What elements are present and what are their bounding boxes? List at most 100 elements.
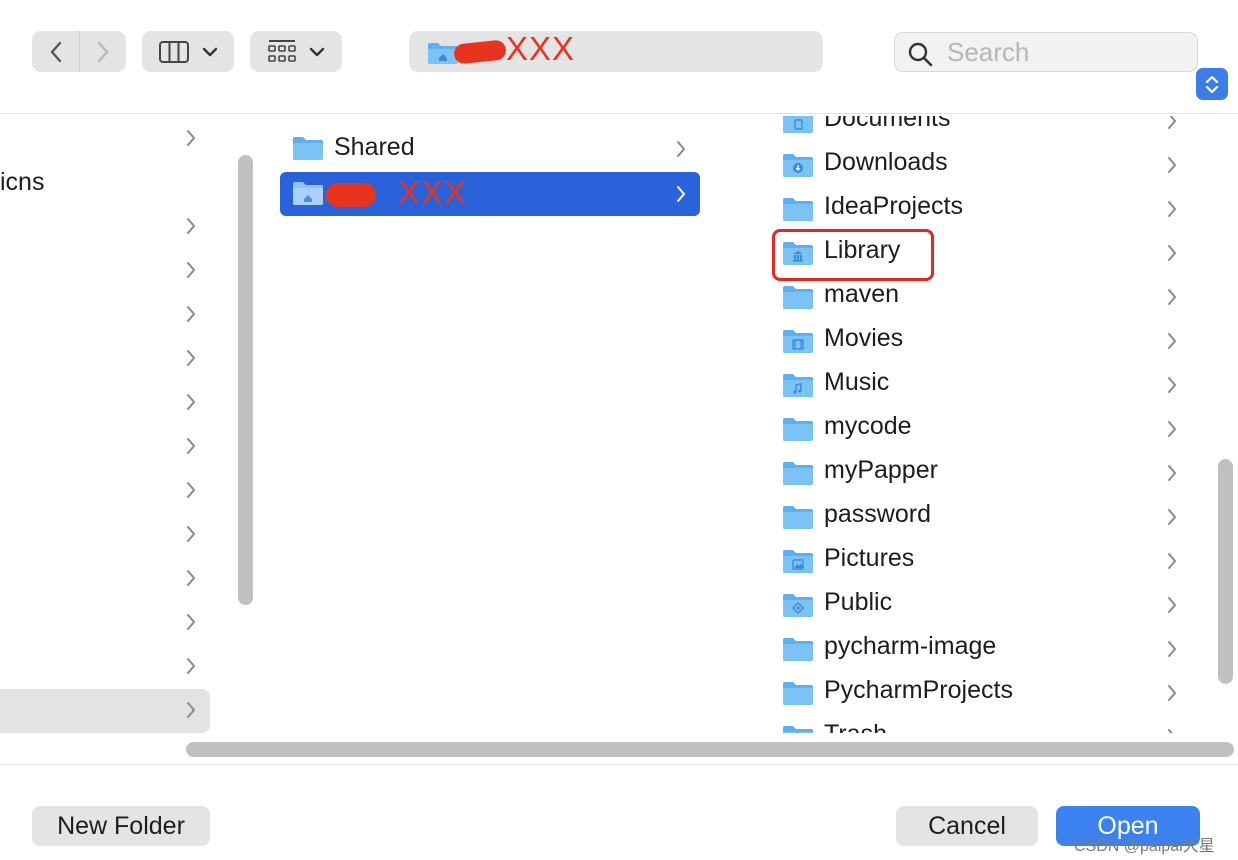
column1-row-selected[interactable] [0,689,210,733]
chevron-right-icon [187,306,195,322]
folder-icon [783,506,813,529]
column1-scrollbar[interactable] [238,155,253,605]
column1-row[interactable] [0,117,210,161]
list-item-pycharmprojects[interactable]: PycharmProjects [770,672,1190,716]
grid-icon [268,39,296,62]
back-button[interactable] [32,31,79,72]
list-item-label: Documents [824,116,951,132]
folder-icon [783,418,813,441]
chevron-right-icon [1168,116,1176,129]
column1-row[interactable] [0,645,210,689]
location-name: XXX [506,30,576,67]
chevron-right-icon [187,482,195,498]
chevron-right-icon [187,130,195,146]
list-item-password[interactable]: password [770,496,1190,540]
forward-button[interactable] [79,31,126,72]
list-item-pictures[interactable]: Pictures [770,540,1190,584]
chevron-right-icon [187,350,195,366]
chevron-right-icon [187,658,195,674]
chevron-right-icon [1168,201,1176,217]
column1-row[interactable] [0,337,210,381]
chevron-right-icon [187,218,195,234]
column1-row[interactable] [0,425,210,469]
chevron-right-icon [677,186,685,202]
column1-row[interactable] [0,249,210,293]
list-item-music[interactable]: Music [770,364,1190,408]
column1-row[interactable] [0,469,210,513]
list-item-label: password [824,500,931,528]
column1-row[interactable] [0,205,210,249]
list-item-label: IdeaProjects [824,192,963,220]
chevron-right-icon [187,526,195,542]
new-folder-button[interactable]: New Folder [32,806,210,846]
pictures-folder-icon [783,550,813,573]
horizontal-scrollbar[interactable] [186,742,1234,757]
list-item-label: Movies [824,324,904,352]
chevron-right-icon [1168,509,1176,525]
chevron-right-icon [97,41,109,62]
nav-buttons [32,31,126,72]
chevron-right-icon [1168,465,1176,481]
list-item-maven[interactable]: maven [770,276,1190,320]
home-folder-icon [293,182,323,205]
search-field[interactable] [894,32,1198,72]
list-item-ideaprojects[interactable]: IdeaProjects [770,188,1190,232]
column1-row[interactable] [0,601,210,645]
column-view-button[interactable] [142,31,234,72]
list-item-label: Downloads [824,148,948,176]
group-view-button[interactable] [250,31,342,72]
column1-row[interactable] [0,557,210,601]
chevron-right-icon [1168,641,1176,657]
folder-icon [783,638,813,661]
downloads-folder-icon [783,154,813,177]
chevron-right-icon [1168,597,1176,613]
folder-icon [783,198,813,221]
column3-scrollbar[interactable] [1218,459,1233,684]
chevron-right-icon [187,438,195,454]
column1-row[interactable] [0,381,210,425]
list-item-movies[interactable]: Movies [770,320,1190,364]
chevron-right-icon [677,141,685,157]
chevron-right-icon [1168,685,1176,701]
list-item-pycharm-image[interactable]: pycharm-image [770,628,1190,672]
list-item-label: pycharm-image [824,632,997,660]
chevron-right-icon [1168,245,1176,261]
list-item-label: Trash [824,720,887,733]
columns-view-icon [159,40,189,63]
chevron-right-icon [1168,157,1176,173]
column1-row[interactable] [0,513,210,557]
chevron-right-icon [187,614,195,630]
list-item-shared[interactable]: Shared [280,127,700,171]
folder-icon [293,137,323,160]
chevron-down-icon [202,47,218,56]
cancel-button[interactable]: Cancel [896,806,1038,846]
list-item-label: XXX [398,174,468,211]
list-item-downloads[interactable]: Downloads [770,144,1190,188]
list-item-public[interactable]: Public [770,584,1190,628]
search-icon [908,42,933,67]
chevron-up-icon [1205,75,1219,83]
list-item-trash[interactable]: Trash [770,716,1190,733]
list-item-label: Public [824,588,893,616]
movies-folder-icon [783,330,813,353]
list-item-mypapper[interactable]: myPapper [770,452,1190,496]
list-item-mycode[interactable]: mycode [770,408,1190,452]
redaction-mark [326,183,376,207]
column1-item-label: icns [0,168,45,196]
chevron-right-icon [1168,553,1176,569]
chevron-right-icon [1168,289,1176,305]
column1-row[interactable] [0,293,210,337]
chevron-right-icon [1168,421,1176,437]
search-input[interactable] [947,33,1187,71]
chevron-right-icon [187,702,195,718]
watermark: CSDN @paipai大星 [1074,838,1215,855]
annotation-highlight [772,229,934,281]
chevron-right-icon [1168,729,1173,733]
list-item-label: PycharmProjects [824,676,1013,704]
list-item-documents[interactable]: Documents [770,116,1190,144]
folder-icon [783,286,813,309]
list-item-label: Music [824,368,890,396]
public-folder-icon [783,594,813,617]
location-stepper[interactable] [1196,68,1228,100]
folder-icon [783,462,813,485]
